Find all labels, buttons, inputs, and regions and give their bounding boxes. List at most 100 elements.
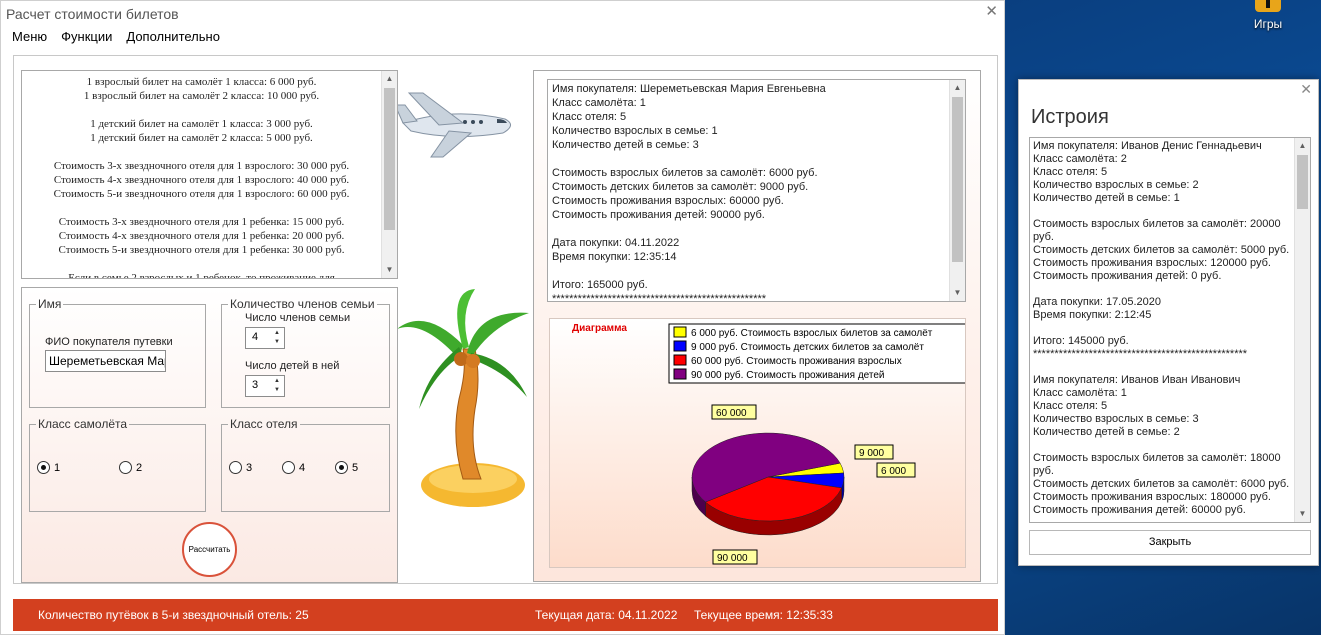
desktop-icon-label: Игры xyxy=(1253,17,1283,31)
buyer-name-input[interactable]: Шереметьевская Мари xyxy=(45,350,166,372)
menu-item-menu[interactable]: Меню xyxy=(12,29,47,44)
current-date: Текущая дата: 04.11.2022 xyxy=(535,608,678,622)
menu-item-functions[interactable]: Функции xyxy=(61,29,112,44)
radio-label: 3 xyxy=(246,461,253,474)
hotel-class-radio-4[interactable]: 4 xyxy=(282,461,305,474)
legend-label: 90 000 руб. Стоимость проживания детей xyxy=(691,369,885,381)
history-line: Стоимость взрослых билетов за самолёт: 1… xyxy=(1033,452,1281,464)
price-list-line: 1 взрослый билет на самолёт 1 класса: 6 … xyxy=(86,76,317,88)
history-line xyxy=(1033,361,1293,374)
receipt-line: Класс самолёта: 1 xyxy=(552,97,646,109)
plane-class-legend: Класс самолёта xyxy=(38,417,128,431)
history-line xyxy=(1033,283,1293,296)
children-value: 3 xyxy=(252,379,259,391)
palm-island-illustration xyxy=(397,289,529,507)
close-icon[interactable]: ✕ xyxy=(1300,81,1312,98)
price-list-line xyxy=(22,201,381,215)
price-list-line xyxy=(22,103,381,117)
price-list-line: Стоимость 4-х звездночного отеля для 1 р… xyxy=(58,230,345,242)
stepper-arrows-icon[interactable]: ▲ ▼ xyxy=(271,329,283,347)
history-line: Имя покупателя: Иванов Иван Иванович xyxy=(1033,374,1241,386)
stepper-arrows-icon[interactable]: ▲ ▼ xyxy=(271,377,283,395)
receipt-line xyxy=(552,152,948,166)
family-group-legend: Количество членов семьи xyxy=(230,297,375,311)
calculate-button[interactable]: Рассчитать xyxy=(182,522,237,577)
scroll-thumb[interactable] xyxy=(952,97,963,262)
scroll-down-icon[interactable]: ▼ xyxy=(950,285,965,301)
history-line: Стоимость проживания взрослых: 180000 ру… xyxy=(1033,491,1271,503)
buyer-name-label: ФИО покупателя путевки xyxy=(45,336,173,348)
receipt-line xyxy=(552,222,948,236)
history-line: Стоимость проживания взрослых: 120000 ру… xyxy=(1033,257,1271,269)
games-folder-icon xyxy=(1255,0,1281,12)
price-list-box[interactable]: 1 взрослый билет на самолёт 1 класса: 6 … xyxy=(21,70,398,279)
radio-label: 2 xyxy=(136,461,143,474)
radio-dot-icon xyxy=(37,461,50,474)
chart-area: Диаграмма 6 000 руб. Стоимость взрослых б… xyxy=(549,318,967,568)
scroll-up-icon[interactable]: ▲ xyxy=(382,71,397,87)
price-list-line xyxy=(22,145,381,159)
children-label: Число детей в ней xyxy=(245,360,340,372)
history-line: ****************************************… xyxy=(1033,348,1248,360)
children-stepper[interactable]: 3 ▲ ▼ xyxy=(245,375,285,397)
scroll-up-icon[interactable]: ▲ xyxy=(1295,138,1310,154)
radio-dot-icon xyxy=(335,461,348,474)
radio-label: 4 xyxy=(299,461,306,474)
plane-class-radio-2[interactable]: 2 xyxy=(119,461,142,474)
receipt-text: Имя покупателя: Шереметьевская Мария Евг… xyxy=(552,82,948,301)
hotel-class-radio-5[interactable]: 5 xyxy=(335,461,358,474)
close-icon[interactable]: ✕ xyxy=(985,2,998,20)
radio-label: 5 xyxy=(352,461,359,474)
history-line: Класс самолёта: 2 xyxy=(1033,153,1127,165)
history-list[interactable]: Имя покупателя: Иванов Денис Геннадьевич… xyxy=(1029,137,1311,523)
price-list-scrollbar[interactable]: ▲ ▼ xyxy=(381,71,397,278)
price-list-line: Стоимость 3-х звездночного отеля для 1 в… xyxy=(53,160,350,172)
history-line: Имя покупателя: Иванов Денис Геннадьевич xyxy=(1033,140,1262,152)
plane-class-radio-1[interactable]: 1 xyxy=(37,461,60,474)
receipt-line: Количество взрослых в семье: 1 xyxy=(552,125,718,137)
hotel-class-radio-3[interactable]: 3 xyxy=(229,461,252,474)
data-label: 90 000 xyxy=(717,553,748,564)
price-list-line: Если в семье 2 взрослых и 1 ребенок, то … xyxy=(68,272,335,278)
history-line: Время покупки: 2:12:45 xyxy=(1033,309,1152,321)
name-group-legend: Имя xyxy=(38,297,62,311)
history-text: Имя покупателя: Иванов Денис Геннадьевич… xyxy=(1033,140,1293,517)
history-line: Количество детей в семье: 1 xyxy=(1033,192,1180,204)
history-scrollbar[interactable]: ▲ ▼ xyxy=(1294,138,1310,522)
history-line: руб. xyxy=(1033,465,1054,477)
receipt-line: Стоимость детских билетов за самолёт: 90… xyxy=(552,181,809,193)
price-list-line: 1 детский билет на самолёт 1 класса: 3 0… xyxy=(90,118,313,130)
voucher-count: Количество путёвок в 5-и звездночный оте… xyxy=(38,608,309,622)
data-label: 6 000 xyxy=(881,466,906,477)
radio-label: 1 xyxy=(54,461,61,474)
receipt-box[interactable]: Имя покупателя: Шереметьевская Мария Евг… xyxy=(547,79,966,302)
close-history-button[interactable]: Закрыть xyxy=(1029,530,1311,555)
scroll-thumb[interactable] xyxy=(1297,155,1308,209)
legend-swatch xyxy=(673,326,687,338)
history-line: Дата покупки: 17.05.2020 xyxy=(1033,296,1162,308)
members-stepper[interactable]: 4 ▲ ▼ xyxy=(245,327,285,349)
members-value: 4 xyxy=(252,331,259,343)
history-line: Количество детей в семье: 2 xyxy=(1033,426,1180,438)
receipt-line: Стоимость проживания взрослых: 60000 руб… xyxy=(552,195,784,207)
scroll-down-icon[interactable]: ▼ xyxy=(1295,506,1310,522)
scroll-up-icon[interactable]: ▲ xyxy=(950,80,965,96)
history-title: Истроия xyxy=(1031,106,1109,128)
desktop-games-shortcut[interactable]: Игры xyxy=(1238,0,1298,34)
receipt-line xyxy=(552,264,948,278)
chart-title: Диаграмма xyxy=(572,323,627,334)
receipt-scrollbar[interactable]: ▲ ▼ xyxy=(949,80,965,301)
price-list-line xyxy=(22,257,381,271)
receipt-line: Итого: 165000 руб. xyxy=(552,279,648,291)
scroll-thumb[interactable] xyxy=(384,88,395,230)
history-line xyxy=(1033,205,1293,218)
scroll-down-icon[interactable]: ▼ xyxy=(382,262,397,278)
legend-label: 9 000 руб. Стоимость детских билетов за … xyxy=(691,341,924,353)
menu-item-additional[interactable]: Дополнительно xyxy=(126,29,220,44)
menu-bar: Меню Функции Дополнительно xyxy=(12,29,220,44)
price-list-line: Стоимость 5-и звездночного отеля для 1 р… xyxy=(58,244,345,256)
hotel-class-legend: Класс отеля xyxy=(230,417,298,431)
data-label: 60 000 xyxy=(716,408,747,419)
history-line: Стоимость проживания детей: 60000 руб. xyxy=(1033,504,1246,516)
history-line: руб. xyxy=(1033,231,1054,243)
